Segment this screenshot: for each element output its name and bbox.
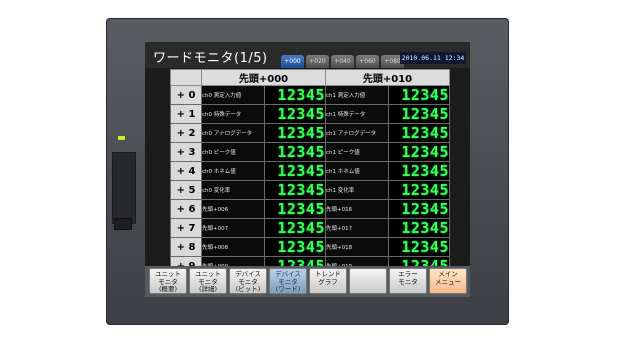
table-row: + 7 先頭+007 12345 先頭+017 12345	[170, 218, 450, 238]
left-device-label: ch0 ピーク値	[201, 142, 265, 162]
right-value-display[interactable]: 12345	[388, 161, 450, 181]
table-row: + 4 ch0 ホネム値 12345 ch1 ホネム値 12345	[170, 161, 450, 181]
index-column-header	[170, 69, 202, 86]
left-value-display[interactable]: 12345	[264, 237, 326, 257]
device-monitor-word-button[interactable]: デバイス モニタ (ワード)	[269, 268, 307, 294]
left-device-label: 先頭+008	[201, 237, 265, 257]
row-index: + 0	[170, 85, 202, 105]
screen-title: ワードモニタ(1/5)	[153, 51, 268, 66]
row-index: + 1	[170, 104, 202, 124]
table-row: + 1 ch0 特殊データ 12345 ch1 特殊データ 12345	[170, 104, 450, 124]
offset-tab-strip: +000 +020 +040 +060 +080	[281, 55, 404, 68]
tab-offset-060[interactable]: +060	[356, 55, 379, 68]
title-bar: ワードモニタ(1/5) +000 +020 +040 +060 +080 201…	[145, 42, 470, 68]
left-device-label: ch0 ホネム値	[201, 161, 265, 181]
table-row: + 8 先頭+008 12345 先頭+018 12345	[170, 237, 450, 257]
left-device-label: ch0 アナログデータ	[201, 123, 265, 143]
right-device-label: 先頭+018	[325, 237, 389, 257]
table-header-row: 先頭+000 先頭+010	[170, 69, 450, 86]
left-value-display[interactable]: 12345	[264, 104, 326, 124]
row-index: + 2	[170, 123, 202, 143]
table-row: + 6 先頭+006 12345 先頭+016 12345	[170, 199, 450, 219]
function-button-bar: ユニット モニタ (概要) ユニット モニタ (詳細) デバイス モニタ (ビット)…	[145, 266, 470, 297]
left-value-display[interactable]: 12345	[264, 218, 326, 238]
left-device-label: ch0 特殊データ	[201, 104, 265, 124]
left-value-display[interactable]: 12345	[264, 85, 326, 105]
left-value-display[interactable]: 12345	[264, 199, 326, 219]
right-value-display[interactable]: 12345	[388, 180, 450, 200]
hmi-screen: ワードモニタ(1/5) +000 +020 +040 +060 +080 201…	[145, 42, 470, 297]
right-device-label: ch1 アナログデータ	[325, 123, 389, 143]
right-device-label: 先頭+017	[325, 218, 389, 238]
row-index: + 8	[170, 237, 202, 257]
left-value-display[interactable]: 12345	[264, 142, 326, 162]
right-device-label: ch1 特殊データ	[325, 104, 389, 124]
column-header-000: 先頭+000	[201, 69, 326, 86]
power-led-indicator	[118, 136, 125, 140]
right-value-display[interactable]: 12345	[388, 237, 450, 257]
row-index: + 6	[170, 199, 202, 219]
table-row: + 3 ch0 ピーク値 12345 ch1 ピーク値 12345	[170, 142, 450, 162]
left-device-label: ch0 測定入力値	[201, 85, 265, 105]
table-row: + 5 ch0 変化率 12345 ch1 変化率 12345	[170, 180, 450, 200]
unit-monitor-detail-button[interactable]: ユニット モニタ (詳細)	[189, 268, 227, 294]
row-index: + 3	[170, 142, 202, 162]
tab-offset-040[interactable]: +040	[331, 55, 354, 68]
tab-offset-020[interactable]: +020	[306, 55, 329, 68]
left-value-display[interactable]: 12345	[264, 180, 326, 200]
right-value-display[interactable]: 12345	[388, 218, 450, 238]
error-monitor-button[interactable]: エラー モニタ	[389, 268, 427, 294]
slot-latch	[114, 218, 132, 230]
right-device-label: 先頭+016	[325, 199, 389, 219]
left-value-display[interactable]: 12345	[264, 123, 326, 143]
right-device-label: ch1 測定入力値	[325, 85, 389, 105]
row-index: + 7	[170, 218, 202, 238]
left-device-label: 先頭+007	[201, 218, 265, 238]
right-device-label: ch1 ピーク値	[325, 142, 389, 162]
left-device-label: 先頭+006	[201, 199, 265, 219]
tab-offset-000[interactable]: +000	[281, 55, 304, 68]
unit-monitor-overview-button[interactable]: ユニット モニタ (概要)	[149, 268, 187, 294]
left-value-display[interactable]: 12345	[264, 161, 326, 181]
left-device-label: ch0 変化率	[201, 180, 265, 200]
right-value-display[interactable]: 12345	[388, 199, 450, 219]
datetime-display: 2010.06.11 12:34	[400, 52, 466, 64]
device-monitor-bit-button[interactable]: デバイス モニタ (ビット)	[229, 268, 267, 294]
right-value-display[interactable]: 12345	[388, 142, 450, 162]
right-device-label: ch1 変化率	[325, 180, 389, 200]
right-value-display[interactable]: 12345	[388, 123, 450, 143]
word-monitor-table: 先頭+000 先頭+010 + 0 ch0 測定入力値 12345 ch1 測定入力値…	[170, 69, 450, 276]
row-index: + 5	[170, 180, 202, 200]
blank-button[interactable]	[349, 268, 387, 294]
table-row: + 2 ch0 アナログデータ 12345 ch1 アナログデータ 12345	[170, 123, 450, 143]
column-header-010: 先頭+010	[325, 69, 450, 86]
row-index: + 4	[170, 161, 202, 181]
table-row: + 0 ch0 測定入力値 12345 ch1 測定入力値 12345	[170, 85, 450, 105]
right-device-label: ch1 ホネム値	[325, 161, 389, 181]
trend-graph-button[interactable]: トレンド グラフ	[309, 268, 347, 294]
right-value-display[interactable]: 12345	[388, 104, 450, 124]
right-value-display[interactable]: 12345	[388, 85, 450, 105]
main-menu-button[interactable]: メイン メニュー	[429, 268, 467, 294]
memory-card-slot	[112, 152, 136, 224]
